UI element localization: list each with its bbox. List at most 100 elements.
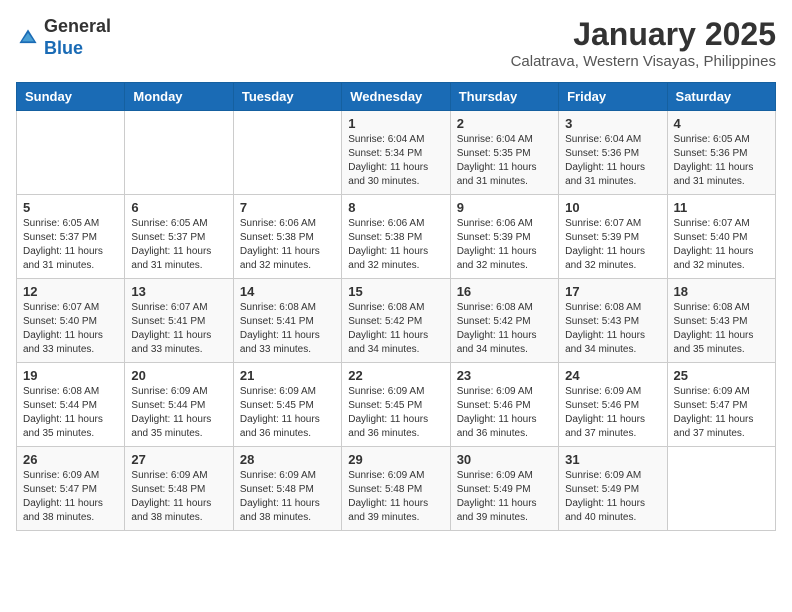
day-number: 29 bbox=[348, 452, 443, 467]
calendar-cell: 17Sunrise: 6:08 AM Sunset: 5:43 PM Dayli… bbox=[559, 279, 667, 363]
calendar-cell: 25 Sunrise: 6:09 AM Sunset: 5:47 PM Dayli… bbox=[667, 363, 775, 447]
calendar-cell: 9Sunrise: 6:06 AM Sunset: 5:39 PM Daylig… bbox=[450, 195, 558, 279]
calendar-week-row: 1 Sunrise: 6:04 AM Sunset: 5:34 PM Daylig… bbox=[17, 111, 776, 195]
calendar-cell: 23 Sunrise: 6:09 AM Sunset: 5:46 PM Dayli… bbox=[450, 363, 558, 447]
calendar-cell: 30 Sunrise: 6:09 AM Sunset: 5:49 PM Dayli… bbox=[450, 447, 558, 531]
day-info: Sunrise: 6:09 AM Sunset: 5:45 PM Dayligh… bbox=[240, 385, 335, 441]
calendar-cell: 31Sunrise: 6:09 AM Sunset: 5:49 PM Dayli… bbox=[559, 447, 667, 531]
day-number: 21 bbox=[240, 368, 335, 383]
calendar-cell: 24Sunrise: 6:09 AM Sunset: 5:46 PM Dayli… bbox=[559, 363, 667, 447]
day-number: 23 bbox=[457, 368, 552, 383]
day-number: 27 bbox=[131, 452, 226, 467]
day-info: Sunrise: 6:09 AM Sunset: 5:46 PM Dayligh… bbox=[457, 385, 552, 441]
calendar-table: SundayMondayTuesdayWednesdayThursdayFrid… bbox=[16, 82, 776, 531]
day-info: Sunrise: 6:09 AM Sunset: 5:48 PM Dayligh… bbox=[348, 469, 443, 525]
day-number: 11 bbox=[674, 200, 769, 215]
calendar-week-row: 5Sunrise: 6:05 AM Sunset: 5:37 PM Daylig… bbox=[17, 195, 776, 279]
day-info: Sunrise: 6:09 AM Sunset: 5:44 PM Dayligh… bbox=[131, 385, 226, 441]
day-info: Sunrise: 6:07 AM Sunset: 5:40 PM Dayligh… bbox=[23, 301, 118, 357]
calendar-cell bbox=[233, 111, 341, 195]
day-info: Sunrise: 6:04 AM Sunset: 5:34 PM Dayligh… bbox=[348, 133, 443, 189]
calendar-week-row: 12 Sunrise: 6:07 AM Sunset: 5:40 PM Dayli… bbox=[17, 279, 776, 363]
day-number: 17 bbox=[565, 284, 660, 299]
calendar-cell bbox=[125, 111, 233, 195]
calendar-cell: 15 Sunrise: 6:08 AM Sunset: 5:42 PM Dayli… bbox=[342, 279, 450, 363]
day-info: Sunrise: 6:07 AM Sunset: 5:41 PM Dayligh… bbox=[131, 301, 226, 357]
day-number: 28 bbox=[240, 452, 335, 467]
day-number: 4 bbox=[674, 116, 769, 131]
day-number: 1 bbox=[348, 116, 443, 131]
day-info: Sunrise: 6:09 AM Sunset: 5:47 PM Dayligh… bbox=[674, 385, 769, 441]
day-info: Sunrise: 6:09 AM Sunset: 5:49 PM Dayligh… bbox=[457, 469, 552, 525]
logo-icon bbox=[16, 26, 40, 50]
calendar-cell: 16Sunrise: 6:08 AM Sunset: 5:42 PM Dayli… bbox=[450, 279, 558, 363]
calendar-cell: 5Sunrise: 6:05 AM Sunset: 5:37 PM Daylig… bbox=[17, 195, 125, 279]
calendar-cell: 29 Sunrise: 6:09 AM Sunset: 5:48 PM Dayli… bbox=[342, 447, 450, 531]
calendar-day-header: Tuesday bbox=[233, 83, 341, 111]
day-number: 3 bbox=[565, 116, 660, 131]
calendar-cell bbox=[17, 111, 125, 195]
calendar-cell: 11 Sunrise: 6:07 AM Sunset: 5:40 PM Dayli… bbox=[667, 195, 775, 279]
day-info: Sunrise: 6:08 AM Sunset: 5:41 PM Dayligh… bbox=[240, 301, 335, 357]
day-info: Sunrise: 6:05 AM Sunset: 5:36 PM Dayligh… bbox=[674, 133, 769, 189]
logo-general: General bbox=[44, 16, 111, 36]
calendar-cell: 8Sunrise: 6:06 AM Sunset: 5:38 PM Daylig… bbox=[342, 195, 450, 279]
calendar-day-header: Sunday bbox=[17, 83, 125, 111]
day-info: Sunrise: 6:08 AM Sunset: 5:42 PM Dayligh… bbox=[348, 301, 443, 357]
day-info: Sunrise: 6:07 AM Sunset: 5:39 PM Dayligh… bbox=[565, 217, 660, 273]
day-info: Sunrise: 6:07 AM Sunset: 5:40 PM Dayligh… bbox=[674, 217, 769, 273]
calendar-cell: 1 Sunrise: 6:04 AM Sunset: 5:34 PM Daylig… bbox=[342, 111, 450, 195]
day-info: Sunrise: 6:09 AM Sunset: 5:45 PM Dayligh… bbox=[348, 385, 443, 441]
day-number: 30 bbox=[457, 452, 552, 467]
calendar-cell bbox=[667, 447, 775, 531]
day-number: 19 bbox=[23, 368, 118, 383]
calendar-header-row: SundayMondayTuesdayWednesdayThursdayFrid… bbox=[17, 83, 776, 111]
calendar-day-header: Saturday bbox=[667, 83, 775, 111]
calendar-cell: 18 Sunrise: 6:08 AM Sunset: 5:43 PM Dayli… bbox=[667, 279, 775, 363]
day-number: 2 bbox=[457, 116, 552, 131]
title-block: January 2025 Calatrava, Western Visayas,… bbox=[511, 16, 776, 70]
calendar-cell: 3Sunrise: 6:04 AM Sunset: 5:36 PM Daylig… bbox=[559, 111, 667, 195]
calendar-cell: 10 Sunrise: 6:07 AM Sunset: 5:39 PM Dayli… bbox=[559, 195, 667, 279]
day-number: 25 bbox=[674, 368, 769, 383]
calendar-cell: 20Sunrise: 6:09 AM Sunset: 5:44 PM Dayli… bbox=[125, 363, 233, 447]
calendar-cell: 2Sunrise: 6:04 AM Sunset: 5:35 PM Daylig… bbox=[450, 111, 558, 195]
day-number: 12 bbox=[23, 284, 118, 299]
day-number: 13 bbox=[131, 284, 226, 299]
day-number: 18 bbox=[674, 284, 769, 299]
calendar-week-row: 26 Sunrise: 6:09 AM Sunset: 5:47 PM Dayli… bbox=[17, 447, 776, 531]
calendar-cell: 13 Sunrise: 6:07 AM Sunset: 5:41 PM Dayli… bbox=[125, 279, 233, 363]
calendar-day-header: Monday bbox=[125, 83, 233, 111]
day-number: 6 bbox=[131, 200, 226, 215]
calendar-cell: 7Sunrise: 6:06 AM Sunset: 5:38 PM Daylig… bbox=[233, 195, 341, 279]
calendar-day-header: Friday bbox=[559, 83, 667, 111]
calendar-week-row: 19Sunrise: 6:08 AM Sunset: 5:44 PM Dayli… bbox=[17, 363, 776, 447]
logo: General Blue bbox=[16, 16, 111, 59]
calendar-cell: 14 Sunrise: 6:08 AM Sunset: 5:41 PM Dayli… bbox=[233, 279, 341, 363]
location-title: Calatrava, Western Visayas, Philippines bbox=[511, 53, 776, 70]
day-number: 26 bbox=[23, 452, 118, 467]
month-title: January 2025 bbox=[511, 16, 776, 53]
day-number: 10 bbox=[565, 200, 660, 215]
calendar-day-header: Wednesday bbox=[342, 83, 450, 111]
day-info: Sunrise: 6:05 AM Sunset: 5:37 PM Dayligh… bbox=[131, 217, 226, 273]
day-number: 8 bbox=[348, 200, 443, 215]
day-number: 7 bbox=[240, 200, 335, 215]
day-info: Sunrise: 6:08 AM Sunset: 5:43 PM Dayligh… bbox=[674, 301, 769, 357]
day-info: Sunrise: 6:06 AM Sunset: 5:39 PM Dayligh… bbox=[457, 217, 552, 273]
calendar-cell: 26 Sunrise: 6:09 AM Sunset: 5:47 PM Dayli… bbox=[17, 447, 125, 531]
logo-blue: Blue bbox=[44, 38, 83, 58]
calendar-cell: 21 Sunrise: 6:09 AM Sunset: 5:45 PM Dayli… bbox=[233, 363, 341, 447]
day-number: 15 bbox=[348, 284, 443, 299]
day-info: Sunrise: 6:09 AM Sunset: 5:47 PM Dayligh… bbox=[23, 469, 118, 525]
day-number: 31 bbox=[565, 452, 660, 467]
calendar-cell: 22 Sunrise: 6:09 AM Sunset: 5:45 PM Dayli… bbox=[342, 363, 450, 447]
logo-text: General Blue bbox=[44, 16, 111, 59]
calendar-cell: 4 Sunrise: 6:05 AM Sunset: 5:36 PM Daylig… bbox=[667, 111, 775, 195]
day-number: 14 bbox=[240, 284, 335, 299]
calendar-day-header: Thursday bbox=[450, 83, 558, 111]
day-info: Sunrise: 6:09 AM Sunset: 5:46 PM Dayligh… bbox=[565, 385, 660, 441]
day-info: Sunrise: 6:05 AM Sunset: 5:37 PM Dayligh… bbox=[23, 217, 118, 273]
day-info: Sunrise: 6:08 AM Sunset: 5:42 PM Dayligh… bbox=[457, 301, 552, 357]
day-number: 22 bbox=[348, 368, 443, 383]
